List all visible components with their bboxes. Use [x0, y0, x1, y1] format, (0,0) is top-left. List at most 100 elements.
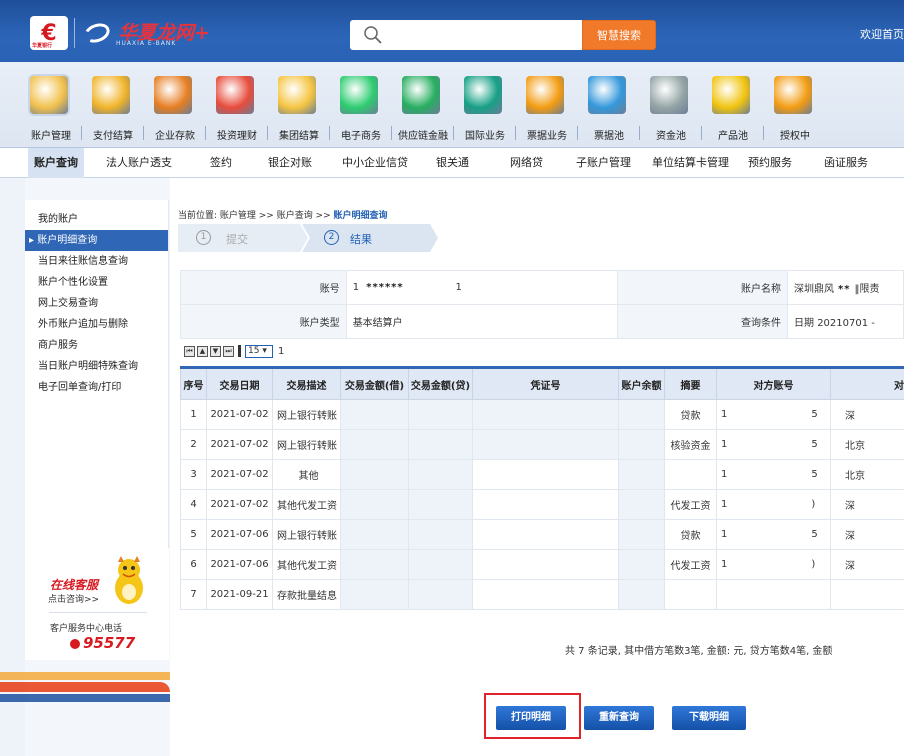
- nav-item[interactable]: 电子商务: [330, 66, 392, 146]
- subnav-item[interactable]: 中小企业信贷: [342, 148, 408, 178]
- requery-button[interactable]: 重新查询: [584, 706, 654, 730]
- next-page-icon[interactable]: ▼: [210, 345, 221, 357]
- subnav-item[interactable]: 法人账户透支: [106, 148, 172, 178]
- first-page-icon[interactable]: ⏮: [184, 345, 195, 357]
- table-cell: 贷款: [664, 519, 717, 550]
- decor-stripe-orange: [0, 672, 170, 680]
- subnav-item[interactable]: 账户查询: [28, 148, 84, 178]
- page-size-select[interactable]: 15 ▾: [245, 344, 273, 358]
- table-row[interactable]: 7 2021-09-21 存款批量结息: [180, 579, 904, 610]
- welcome-link[interactable]: 欢迎首页: [860, 26, 904, 42]
- table-cell: [618, 429, 665, 460]
- account-suffix: ): [811, 499, 816, 510]
- search-input[interactable]: [396, 20, 582, 50]
- sidebar-item-label: 账户个性化设置: [38, 277, 108, 288]
- subnav-item[interactable]: 子账户管理: [576, 148, 631, 178]
- group-coins-icon: [278, 76, 316, 114]
- sidebar-item[interactable]: 电子回单查询/打印: [25, 377, 168, 398]
- nav-item[interactable]: 授权中: [764, 66, 826, 146]
- globe-doc-icon: [464, 76, 502, 114]
- table-row[interactable]: 6 2021-07-06 其他代发工资 代发工资 1) 深: [180, 549, 904, 580]
- account-value: 1 ****** 1: [345, 270, 619, 305]
- table-cell: [340, 579, 409, 610]
- nav-item[interactable]: 账户管理: [20, 66, 82, 146]
- bank-logo[interactable]: € 华夏银行: [30, 16, 68, 50]
- sidebar-item[interactable]: 当日来往账信息查询: [25, 251, 168, 272]
- nav-item[interactable]: 国际业务: [454, 66, 516, 146]
- click-consult-link[interactable]: 点击咨询>>: [48, 592, 99, 605]
- chevron-down-icon: ▾: [262, 345, 267, 356]
- table-row[interactable]: 1 2021-07-02 网上银行转账 贷款 1 5 深: [180, 399, 904, 430]
- sub-nav: 账户查询 法人账户透支 签约 银企对账 中小企业信贷 银关通 网络贷 子账户管理 单位结算卡管理…: [0, 148, 904, 178]
- table-row[interactable]: 4 2021-07-02 其他代发工资 代发工资 1) 深: [180, 489, 904, 520]
- nav-item[interactable]: 集团结算: [268, 66, 330, 146]
- search-icon[interactable]: [350, 20, 396, 50]
- subnav-item[interactable]: 银企对账: [268, 148, 312, 178]
- table-cell: [340, 429, 409, 460]
- sidebar-item[interactable]: 账户个性化设置: [25, 272, 168, 293]
- table-cell: 深: [830, 489, 904, 520]
- column-header: 凭证号: [472, 366, 619, 400]
- table-cell: [408, 579, 473, 610]
- smart-search-button[interactable]: 智慧搜索: [582, 20, 656, 50]
- nav-separator: [81, 126, 82, 140]
- table-row[interactable]: 5 2021-07-06 网上银行转账 贷款 1 5 深: [180, 519, 904, 550]
- nav-item[interactable]: 票据池: [578, 66, 640, 146]
- brand[interactable]: 华夏龙网+ HUAXIA E-BANK: [81, 18, 210, 48]
- sidebar-item[interactable]: 网上交易查询: [25, 293, 168, 314]
- subnav-item[interactable]: 网络贷: [510, 148, 543, 178]
- bowl-icon: [712, 76, 750, 114]
- subnav-item[interactable]: 签约: [210, 148, 232, 178]
- sidebar-item[interactable]: 我的账户: [25, 209, 168, 230]
- sidebar-item[interactable]: 商户服务: [25, 335, 168, 356]
- account-prefix: 1: [721, 439, 728, 450]
- table-cell: 其他代发工资: [272, 489, 341, 520]
- account-type-label: 账户类型: [180, 304, 347, 339]
- table-cell: 15: [716, 399, 831, 430]
- subnav-item[interactable]: 函证服务: [824, 148, 868, 178]
- column-header: 对: [830, 366, 904, 400]
- table-row[interactable]: 2 2021-07-02 网上银行转账 核验资金 1 5 北京: [180, 429, 904, 460]
- sidebar-item[interactable]: 外币账户追加与删除: [25, 314, 168, 335]
- table-cell: [618, 519, 665, 550]
- table-cell: [408, 429, 473, 460]
- nav-item[interactable]: 供应链金融: [392, 66, 454, 146]
- table-cell: 15: [716, 459, 831, 490]
- column-header: 账户余额: [618, 366, 665, 400]
- nav-item[interactable]: 支付结算: [82, 66, 144, 146]
- table-cell: [664, 459, 717, 490]
- nav-item-label: 票据业务: [527, 131, 567, 142]
- nav-item[interactable]: 投资理财: [206, 66, 268, 146]
- account-suffix: ): [811, 559, 816, 570]
- table-cell: 深: [830, 549, 904, 580]
- pager: ⏮ ▲ ▼ ⏭ 15 ▾ 1: [184, 344, 284, 358]
- nav-item[interactable]: 产品池: [702, 66, 764, 146]
- table-cell: [618, 549, 665, 580]
- online-service-label[interactable]: 在线客服: [50, 576, 98, 593]
- breadcrumb-current: 账户明细查询: [333, 211, 388, 221]
- download-details-button[interactable]: 下载明细: [672, 706, 746, 730]
- prev-page-icon[interactable]: ▲: [197, 345, 208, 357]
- table-cell: [618, 459, 665, 490]
- subnav-item[interactable]: 预约服务: [748, 148, 792, 178]
- account-prefix: 1: [721, 469, 728, 480]
- brand-swoosh-icon: [81, 20, 113, 46]
- table-row[interactable]: 3 2021-07-02 其他 1 5 北京: [180, 459, 904, 490]
- table-cell: 6: [180, 549, 207, 580]
- nav-separator: [701, 126, 702, 140]
- subnav-item[interactable]: 单位结算卡管理: [652, 148, 729, 178]
- nav-item[interactable]: 票据业务: [516, 66, 578, 146]
- sidebar-item-label: 外币账户追加与删除: [38, 319, 128, 330]
- table-cell: [340, 399, 409, 430]
- sidebar-item[interactable]: 当日账户明细特殊查询: [25, 356, 168, 377]
- query-condition-value: 日期 20210701 -: [787, 304, 904, 339]
- nav-item[interactable]: 资金池: [640, 66, 702, 146]
- nav-separator: [267, 126, 268, 140]
- table-cell: 15: [716, 429, 831, 460]
- dragon-mascot-icon: [115, 556, 143, 604]
- nav-separator: [515, 126, 516, 140]
- last-page-icon[interactable]: ⏭: [223, 345, 234, 357]
- subnav-item[interactable]: 银关通: [436, 148, 469, 178]
- nav-item[interactable]: 企业存款: [144, 66, 206, 146]
- sidebar-item[interactable]: ▸ 账户明细查询: [25, 230, 168, 251]
